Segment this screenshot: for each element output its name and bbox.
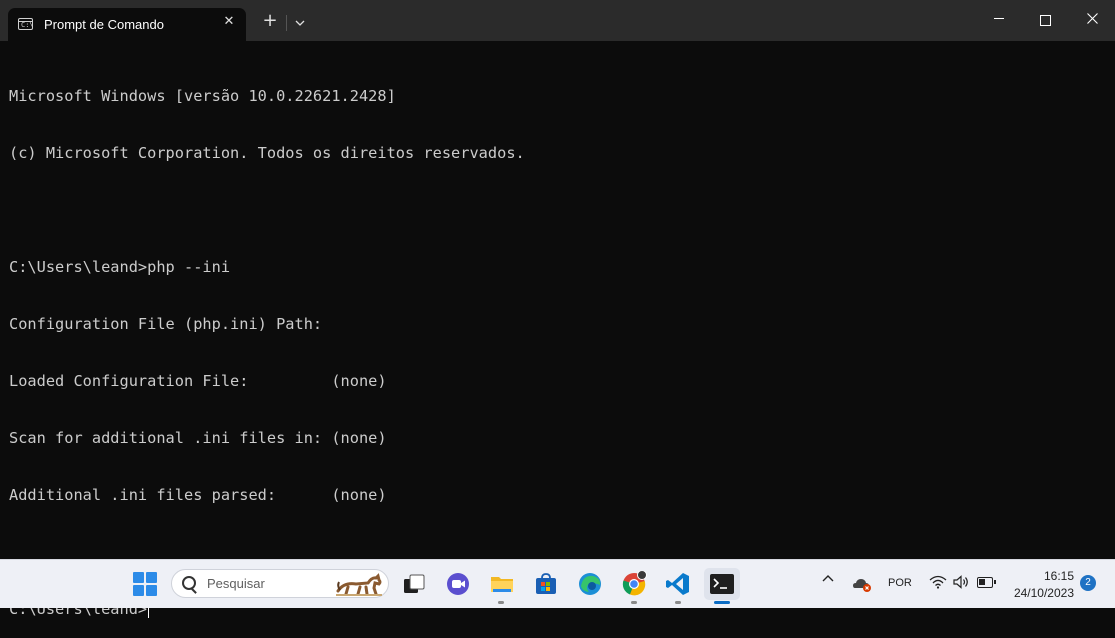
terminal-icon[interactable] (704, 568, 740, 600)
close-tab-button[interactable]: ✕ (220, 13, 238, 31)
terminal-glyph-icon (710, 574, 734, 594)
clock-time[interactable]: 16:15 (1012, 568, 1074, 584)
cmd-icon: C:\ (18, 18, 34, 30)
chevron-down-icon (295, 20, 305, 26)
title-bar: C:\ Prompt de Comando ✕ + (0, 0, 1115, 41)
tab-prompt-de-comando[interactable]: C:\ Prompt de Comando ✕ (8, 8, 246, 41)
tab-dropdown-button[interactable] (291, 13, 309, 33)
taskbar: Pesquisar POR 16:15 24/10/2023 2 (0, 559, 1115, 608)
minimize-button[interactable] (976, 0, 1022, 41)
vscode-icon[interactable] (665, 571, 691, 597)
notification-badge[interactable]: 2 (1080, 575, 1096, 591)
running-indicator (631, 601, 637, 604)
terminal-output[interactable]: Microsoft Windows [versão 10.0.22621.242… (9, 49, 1109, 618)
minimize-icon (993, 18, 1004, 19)
clock-date[interactable]: 24/10/2023 (1008, 585, 1074, 601)
wifi-icon[interactable] (929, 575, 947, 589)
terminal-line: Configuration File (php.ini) Path: (9, 315, 323, 333)
terminal-line: C:\Users\leand>php --ini (9, 258, 231, 276)
terminal-line: (c) Microsoft Corporation. Todos os dire… (9, 144, 525, 162)
new-tab-button[interactable]: + (260, 12, 280, 32)
close-window-button[interactable] (1069, 0, 1115, 41)
horse-highlight-icon (336, 573, 382, 596)
chevron-up-icon[interactable] (822, 574, 834, 582)
volume-icon[interactable] (953, 575, 969, 589)
task-view-icon[interactable] (401, 571, 427, 597)
onedrive-error-icon[interactable] (852, 575, 872, 593)
file-explorer-icon[interactable] (489, 571, 515, 597)
maximize-button[interactable] (1022, 0, 1068, 41)
search-input[interactable]: Pesquisar (171, 569, 389, 598)
close-icon (1086, 13, 1098, 24)
search-icon (182, 576, 196, 590)
terminal-line: Loaded Configuration File: (none) (9, 372, 387, 390)
running-indicator-active (714, 601, 730, 604)
maximize-icon (1039, 14, 1051, 26)
edge-icon[interactable] (577, 571, 603, 597)
battery-icon[interactable] (977, 577, 996, 588)
meet-icon[interactable] (445, 571, 471, 597)
divider (286, 15, 287, 31)
running-indicator (498, 601, 504, 604)
tab-title: Prompt de Comando (44, 17, 164, 32)
language-indicator[interactable]: POR (888, 577, 912, 589)
start-icon[interactable] (133, 572, 157, 596)
store-icon[interactable] (533, 571, 559, 597)
terminal-line: Microsoft Windows [versão 10.0.22621.242… (9, 87, 396, 105)
terminal-line: Scan for additional .ini files in: (none… (9, 429, 387, 447)
running-indicator (675, 601, 681, 604)
terminal-line: Additional .ini files parsed: (none) (9, 486, 387, 504)
chrome-icon[interactable] (621, 571, 647, 597)
search-placeholder: Pesquisar (207, 576, 265, 591)
